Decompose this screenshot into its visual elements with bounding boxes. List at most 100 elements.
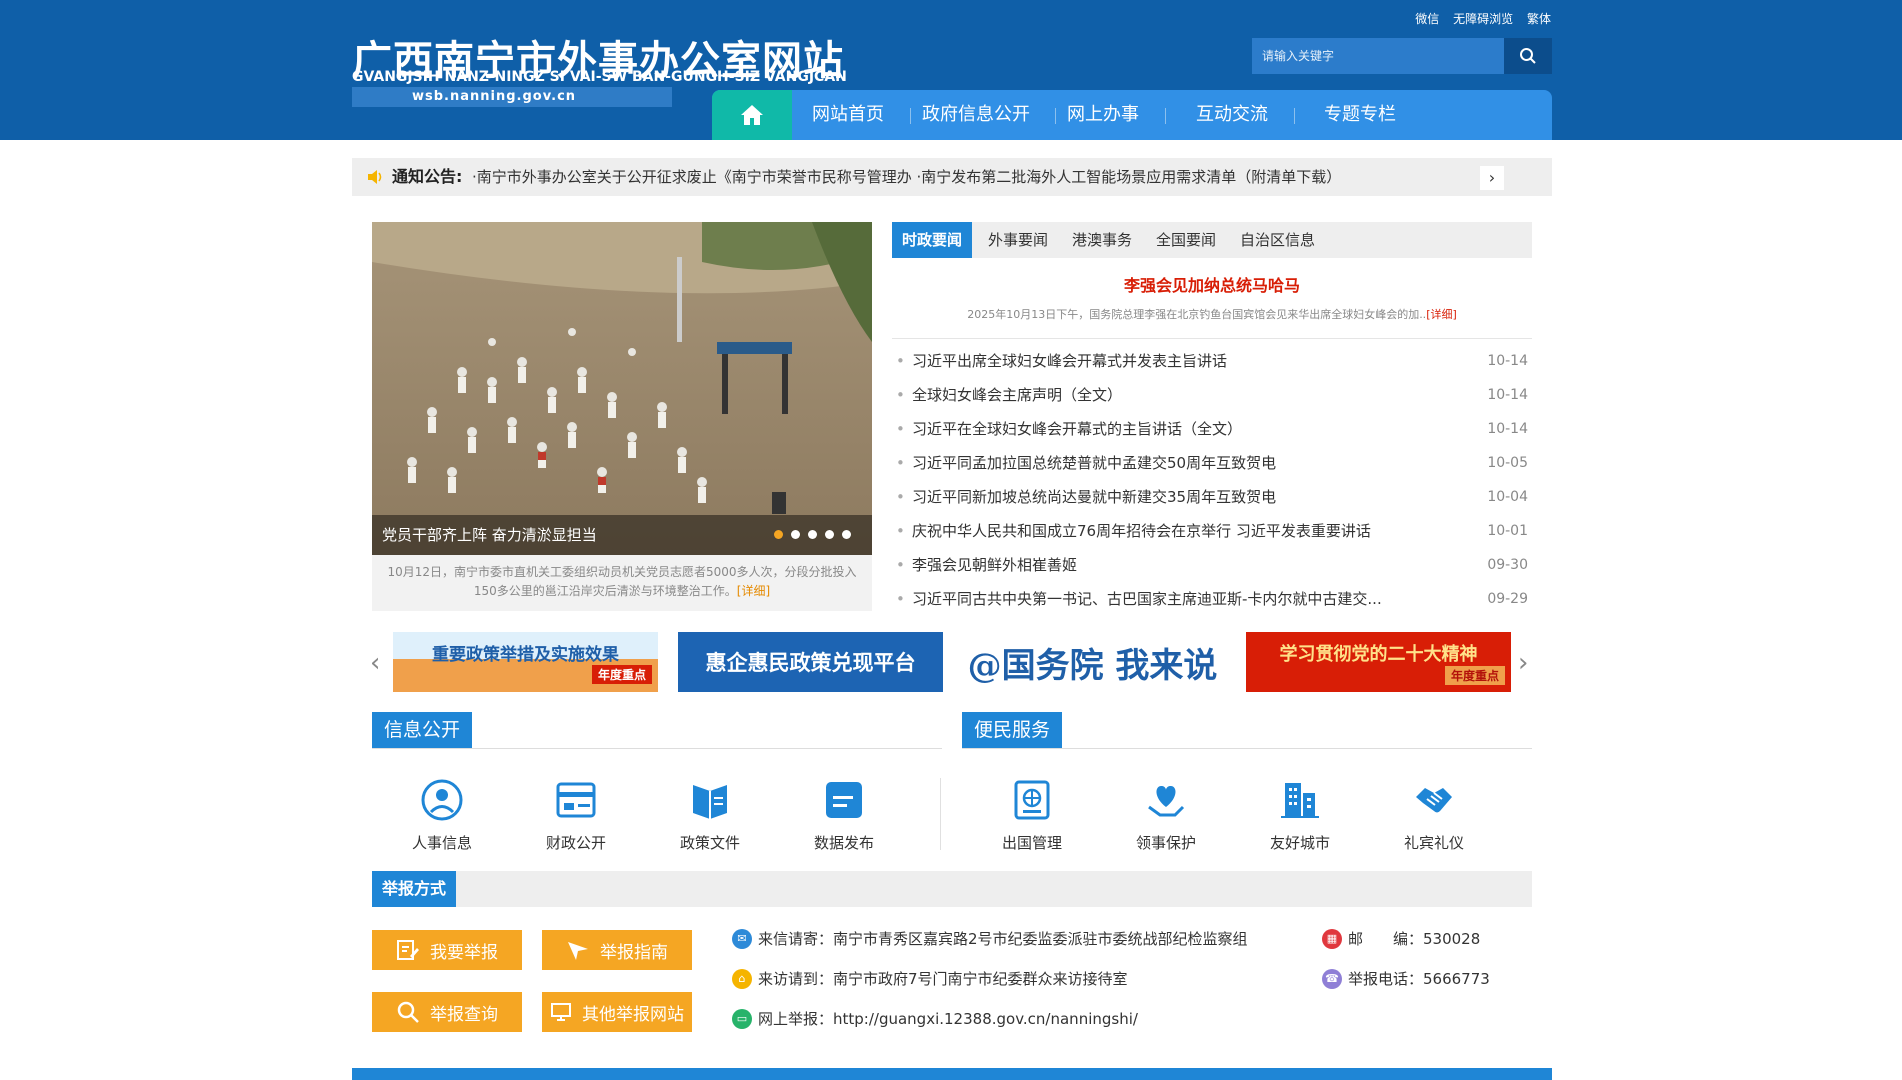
- banner-next-button[interactable]: ›: [1518, 648, 1528, 678]
- traditional-chinese-link[interactable]: 繁体: [1527, 12, 1551, 26]
- news-item[interactable]: • 李强会见朝鲜外相崔善姬 09-30: [892, 548, 1532, 582]
- news-item[interactable]: • 习近平同古共中央第一书记、古巴国家主席迪亚斯-卡内尔就中古建交... 09-29: [892, 582, 1532, 616]
- banner-policy-effects[interactable]: 重要政策举措及实施效果 年度重点: [393, 632, 658, 692]
- tab-region[interactable]: 自治区信息: [1230, 222, 1325, 258]
- report-query-label: 举报查询: [430, 1004, 498, 1025]
- news-item[interactable]: • 习近平同新加坡总统尚达曼就中新建交35周年互致贺电 10-04: [892, 480, 1532, 514]
- services-title[interactable]: 便民服务: [962, 712, 1063, 748]
- tab-foreign-affairs[interactable]: 外事要闻: [978, 222, 1058, 258]
- report-query-button[interactable]: 举报查询: [372, 992, 522, 1032]
- slider-dot[interactable]: [808, 530, 817, 539]
- news-item-date: 10-14: [1487, 353, 1528, 369]
- tab-national[interactable]: 全国要闻: [1146, 222, 1226, 258]
- news-item[interactable]: • 习近平出席全球妇女峰会开幕式并发表主旨讲话 10-14: [892, 344, 1532, 378]
- nav-item-online-service[interactable]: 网上办事: [1067, 90, 1139, 140]
- slider-more-link[interactable]: [详细]: [737, 584, 770, 598]
- passport-icon: [1010, 778, 1054, 822]
- mail-icon: ✉: [732, 928, 752, 949]
- footer-bar: [352, 1068, 1552, 1080]
- info-public-title[interactable]: 信息公开: [372, 712, 473, 748]
- bullet-icon: •: [896, 488, 905, 506]
- news-headline-summary: 2025年10月13日下午，国务院总理李强在北京钓鱼台国宾馆会见来华出席全球妇女…: [892, 306, 1532, 322]
- report-phone-text: 举报电话：5666773: [1348, 970, 1490, 988]
- info-personnel[interactable]: 人事信息: [392, 778, 492, 853]
- accessibility-link[interactable]: 无障碍浏览: [1453, 12, 1513, 26]
- headline-more-link[interactable]: [详细]: [1426, 308, 1457, 321]
- search-button[interactable]: [1504, 38, 1552, 74]
- service-protocol[interactable]: 礼宾礼仪: [1384, 778, 1484, 853]
- banner-state-council[interactable]: @国务院 我来说: [960, 632, 1225, 692]
- wechat-link[interactable]: 微信: [1415, 12, 1439, 26]
- report-online-text[interactable]: 网上举报：http://guangxi.12388.gov.cn/nanning…: [758, 1008, 1138, 1029]
- nav-item-interaction[interactable]: 互动交流: [1196, 90, 1268, 140]
- nav-home-button[interactable]: [712, 90, 792, 140]
- report-guide-button[interactable]: 举报指南: [542, 930, 692, 970]
- news-divider: [892, 338, 1532, 339]
- news-item-title[interactable]: 习近平同古共中央第一书记、古巴国家主席迪亚斯-卡内尔就中古建交...: [912, 582, 1442, 616]
- slider-dot[interactable]: [791, 530, 800, 539]
- news-tabs: 时政要闻 外事要闻 港澳事务 全国要闻 自治区信息: [892, 222, 1532, 258]
- section-divider: [372, 748, 942, 749]
- service-consular[interactable]: 领事保护: [1116, 778, 1216, 853]
- news-headline[interactable]: 李强会见加纳总统马哈马: [892, 272, 1532, 296]
- info-data[interactable]: 数据发布: [794, 778, 894, 853]
- phone-icon: ☎: [1322, 968, 1342, 989]
- report-section-header: 举报方式: [372, 871, 1532, 907]
- chevron-right-icon: ›: [1518, 648, 1529, 678]
- tab-politics[interactable]: 时政要闻: [892, 222, 973, 258]
- news-slider-image[interactable]: 党员干部齐上阵 奋力清淤显担当: [372, 222, 872, 555]
- banner-policy-platform[interactable]: 惠企惠民政策兑现平台: [678, 632, 943, 692]
- info-policy[interactable]: 政策文件: [660, 778, 760, 853]
- service-friendly-cities[interactable]: 友好城市: [1250, 778, 1350, 853]
- slider-dot[interactable]: [842, 530, 851, 539]
- news-item[interactable]: • 庆祝中华人民共和国成立76周年招待会在京举行 习近平发表重要讲话 10-01: [892, 514, 1532, 548]
- bullet-icon: •: [896, 420, 905, 438]
- news-item[interactable]: • 习近平在全球妇女峰会开幕式的主旨讲话（全文） 10-14: [892, 412, 1532, 446]
- nav-item-special-topics[interactable]: 专题专栏: [1324, 90, 1396, 140]
- nav-item-gov-info[interactable]: 政府信息公开: [922, 90, 1030, 140]
- report-online-row[interactable]: ▭ 网上举报：http://guangxi.12388.gov.cn/nanni…: [732, 1008, 1138, 1029]
- nav-divider: [910, 108, 911, 124]
- service-protocol-label: 礼宾礼仪: [1403, 834, 1464, 852]
- bullet-icon: •: [896, 386, 905, 404]
- building-icon: [1278, 778, 1322, 822]
- info-finance-label: 财政公开: [545, 834, 606, 852]
- bullet-icon: •: [896, 522, 905, 540]
- section-divider: [962, 748, 1532, 749]
- banner-prev-button[interactable]: ‹: [370, 648, 380, 678]
- news-item[interactable]: • 全球妇女峰会主席声明（全文） 10-14: [892, 378, 1532, 412]
- search-icon: [397, 1001, 419, 1023]
- report-title[interactable]: 举报方式: [372, 871, 457, 907]
- notice-scroll-text[interactable]: ·南宁市外事办公室关于公开征求废止《南宁市荣誉市民称号管理办 ·南宁发布第二批海…: [472, 158, 1482, 196]
- nav-item-home[interactable]: 网站首页: [812, 90, 884, 140]
- report-submit-button[interactable]: 我要举报: [372, 930, 522, 970]
- news-item-title[interactable]: 习近平同孟加拉国总统楚普就中孟建交50周年互致贺电: [912, 446, 1442, 480]
- card-icon: [554, 778, 598, 822]
- main-nav: 网站首页 政府信息公开 网上办事 互动交流 专题专栏: [712, 90, 1552, 140]
- slider-desc-text: 10月12日，南宁市委市直机关工委组织动员机关党员志愿者5000多人次，分段分批…: [387, 565, 857, 598]
- news-item-title[interactable]: 习近平同新加坡总统尚达曼就中新建交35周年互致贺电: [912, 480, 1442, 514]
- banner-party-congress[interactable]: 学习贯彻党的二十大精神 年度重点: [1246, 632, 1511, 692]
- news-item-title[interactable]: 庆祝中华人民共和国成立76周年招待会在京举行 习近平发表重要讲话: [912, 514, 1442, 548]
- news-item-title[interactable]: 全球妇女峰会主席声明（全文）: [912, 378, 1442, 412]
- news-item-title[interactable]: 李强会见朝鲜外相崔善姬: [912, 548, 1442, 582]
- slider-caption[interactable]: 党员干部齐上阵 奋力清淤显担当: [382, 515, 597, 555]
- banner-tag: 年度重点: [1444, 665, 1505, 685]
- tab-hk-macao[interactable]: 港澳事务: [1062, 222, 1142, 258]
- service-going-abroad[interactable]: 出国管理: [982, 778, 1082, 853]
- news-item[interactable]: • 习近平同孟加拉国总统楚普就中孟建交50周年互致贺电 10-05: [892, 446, 1532, 480]
- news-item-title[interactable]: 习近平在全球妇女峰会开幕式的主旨讲话（全文）: [912, 412, 1442, 446]
- notice-next-button[interactable]: ›: [1480, 166, 1504, 190]
- slider-dot-active[interactable]: [774, 530, 783, 539]
- slider-dot[interactable]: [825, 530, 834, 539]
- report-postcode-text: 邮 编：530028: [1348, 930, 1481, 948]
- speaker-icon: [368, 170, 382, 184]
- news-item-date: 09-30: [1487, 557, 1528, 573]
- banner-tag: 年度重点: [591, 665, 652, 684]
- top-links: 微信 无障碍浏览 繁体: [1405, 10, 1551, 27]
- info-finance[interactable]: 财政公开: [526, 778, 626, 853]
- news-item-title[interactable]: 习近平出席全球妇女峰会开幕式并发表主旨讲话: [912, 344, 1442, 378]
- report-other-sites-button[interactable]: 其他举报网站: [542, 992, 692, 1032]
- service-going-abroad-label: 出国管理: [1001, 834, 1062, 852]
- search-input[interactable]: 请输入关键字: [1252, 38, 1504, 74]
